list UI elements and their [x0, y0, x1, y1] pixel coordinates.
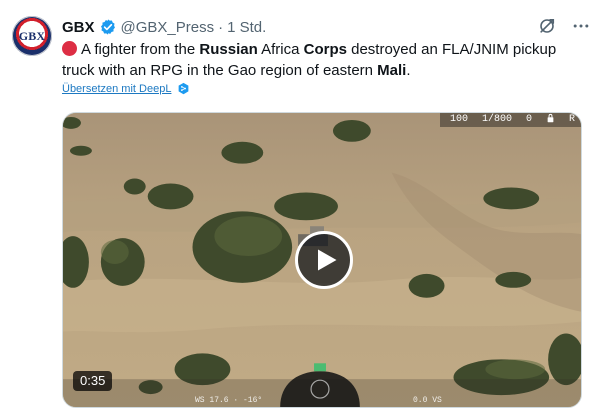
- user-handle[interactable]: @GBX_Press: [121, 19, 215, 36]
- header-actions: [537, 16, 591, 36]
- deepl-icon[interactable]: [177, 82, 190, 95]
- tweet[interactable]: GBX GBX @GBX_Press · 1 Std. A fighter fr…: [0, 0, 607, 412]
- verified-badge-icon: [99, 18, 117, 36]
- translate-link[interactable]: Übersetzen mit DeepL: [62, 83, 171, 95]
- video-hud-bottom-right: 0.0 VS: [413, 396, 442, 405]
- lock-icon: [546, 113, 555, 127]
- tweet-text-bold-russian: Russian: [199, 41, 258, 58]
- more-icon[interactable]: [571, 16, 591, 36]
- hud-value: 1/800: [481, 114, 512, 125]
- hud-value: 100: [449, 114, 468, 125]
- play-button[interactable]: [295, 231, 353, 289]
- post-time[interactable]: 1 Std.: [227, 19, 266, 36]
- tweet-header: GBX @GBX_Press · 1 Std.: [62, 16, 591, 38]
- video-hud-top: 100 1/800 0 R: [439, 113, 581, 127]
- avatar-logo-text: GBX: [18, 28, 46, 43]
- hud-value: 0: [525, 114, 532, 125]
- red-circle-emoji-icon: [62, 41, 77, 56]
- separator-dot: ·: [218, 18, 224, 36]
- avatar[interactable]: GBX: [12, 16, 52, 56]
- grok-icon[interactable]: [537, 16, 557, 36]
- duration-badge: 0:35: [73, 371, 113, 391]
- video-hud-bottom-left: WS 17.6 · -16°: [195, 396, 263, 405]
- display-name[interactable]: GBX: [62, 19, 95, 36]
- tweet-text-part: A fighter from the: [81, 41, 200, 58]
- hud-value: R: [568, 114, 575, 125]
- tweet-text-bold-corps: Corps: [303, 41, 347, 58]
- tweet-text-part: .: [406, 62, 411, 79]
- tweet-text: A fighter from the Russian Africa Corps …: [62, 39, 582, 81]
- tweet-text-bold-mali: Mali: [377, 62, 407, 79]
- tweet-text-part: Africa: [257, 41, 304, 58]
- video-player[interactable]: 100 1/800 0 R WS 17.6 · -16° 0.0 VS 0:35: [62, 112, 582, 408]
- translate-row[interactable]: Übersetzen mit DeepL: [62, 82, 190, 95]
- play-icon: [316, 248, 338, 272]
